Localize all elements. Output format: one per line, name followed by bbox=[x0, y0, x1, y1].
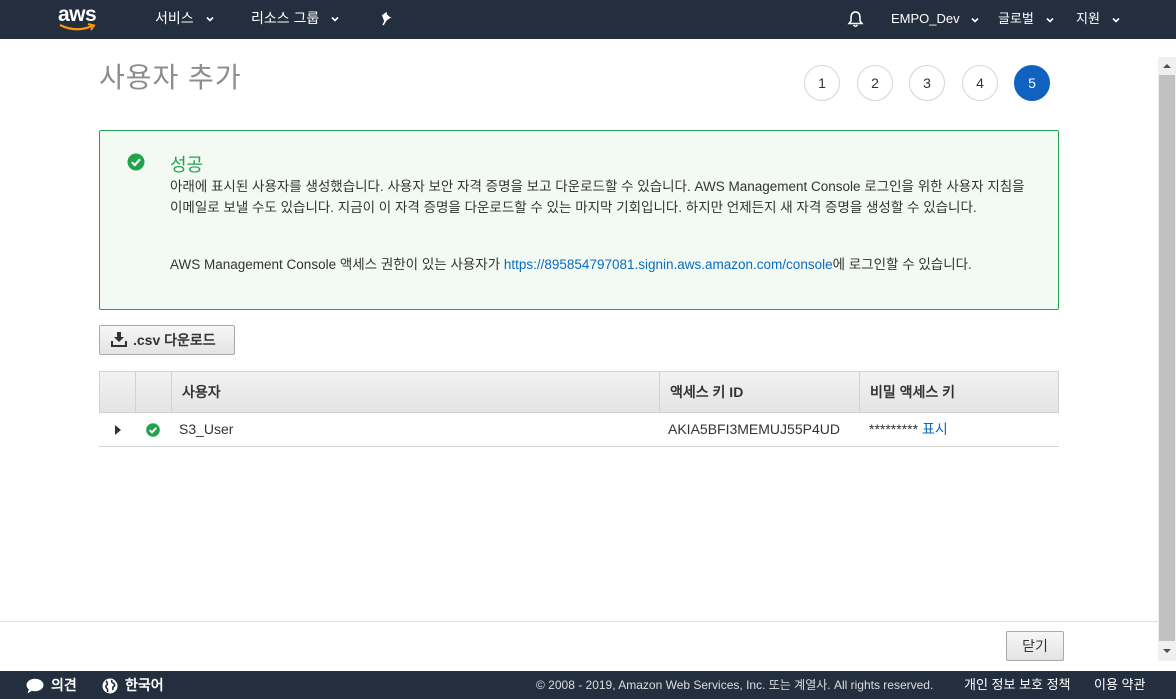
close-button[interactable]: 닫기 bbox=[1006, 631, 1064, 661]
bell-icon bbox=[847, 11, 864, 28]
notifications-button[interactable] bbox=[847, 0, 864, 39]
success-message: 아래에 표시된 사용자를 생성했습니다. 사용자 보안 자격 증명을 보고 다운… bbox=[170, 179, 1025, 215]
footer: 의견 한국어 © 2008 - 2019, Amazon Web Service… bbox=[0, 671, 1176, 699]
feedback-button[interactable]: 의견 bbox=[26, 671, 77, 699]
console-prefix: AWS Management Console 액세스 권한이 있는 사용자가 bbox=[170, 257, 504, 272]
action-bar bbox=[0, 621, 1158, 671]
support-label: 지원 bbox=[1076, 11, 1100, 26]
top-nav: aws 서비스 리소스 그룹 EMPO_Dev 글로벌 지원 bbox=[0, 0, 1176, 39]
show-secret-link[interactable]: 표시 bbox=[922, 421, 948, 437]
download-icon bbox=[111, 332, 127, 347]
region-label: 글로벌 bbox=[998, 11, 1034, 26]
privacy-policy-link[interactable]: 개인 정보 보호 정책 bbox=[964, 671, 1071, 699]
step-2[interactable]: 2 bbox=[857, 65, 893, 101]
support-menu[interactable]: 지원 bbox=[1076, 0, 1120, 39]
step-4[interactable]: 4 bbox=[962, 65, 998, 101]
csv-download-label: .csv 다운로드 bbox=[133, 332, 216, 348]
step-3[interactable]: 3 bbox=[909, 65, 945, 101]
check-circle-icon bbox=[127, 153, 145, 171]
cell-access-key-id: AKIA5BFI3MEMUJ55P4UD bbox=[668, 421, 840, 437]
step-1[interactable]: 1 bbox=[804, 65, 840, 101]
expand-row-icon[interactable] bbox=[115, 425, 121, 435]
success-alert: 성공 아래에 표시된 사용자를 생성했습니다. 사용자 보안 자격 증명을 보고… bbox=[99, 130, 1059, 310]
copyright-text: © 2008 - 2019, Amazon Web Services, Inc.… bbox=[536, 678, 934, 692]
table-row: S3_User AKIA5BFI3MEMUJ55P4UD ********* 표… bbox=[99, 413, 1059, 447]
services-menu[interactable]: 서비스 bbox=[155, 0, 214, 39]
services-label: 서비스 bbox=[155, 10, 194, 26]
account-menu[interactable]: EMPO_Dev bbox=[891, 0, 979, 39]
globe-icon bbox=[102, 678, 118, 694]
step-5-active[interactable]: 5 bbox=[1014, 65, 1050, 101]
resource-groups-label: 리소스 그룹 bbox=[251, 10, 320, 26]
pin-icon bbox=[381, 12, 392, 26]
table-header: 사용자 액세스 키 ID 비밀 액세스 키 bbox=[99, 371, 1059, 413]
console-signin-link[interactable]: https://895854797081.signin.aws.amazon.c… bbox=[504, 257, 833, 272]
scroll-down-icon[interactable] bbox=[1162, 646, 1172, 656]
account-label: EMPO_Dev bbox=[891, 11, 960, 26]
chevron-down-icon bbox=[205, 17, 214, 22]
chevron-down-icon bbox=[1045, 17, 1054, 23]
aws-smile-icon bbox=[59, 23, 96, 31]
success-title: 성공 bbox=[170, 155, 204, 175]
console-suffix: 에 로그인할 수 있습니다. bbox=[832, 257, 972, 272]
chevron-down-icon bbox=[971, 17, 979, 23]
terms-of-use-link[interactable]: 이용 약관 bbox=[1094, 671, 1145, 699]
language-label: 한국어 bbox=[125, 677, 164, 693]
header-expand-col bbox=[100, 372, 135, 412]
page-title: 사용자 추가 bbox=[99, 62, 242, 93]
header-secret-access-key[interactable]: 비밀 액세스 키 bbox=[859, 372, 1058, 412]
header-user[interactable]: 사용자 bbox=[171, 372, 659, 412]
language-selector[interactable]: 한국어 bbox=[102, 671, 164, 699]
check-circle-icon bbox=[146, 423, 160, 437]
feedback-label: 의견 bbox=[51, 677, 77, 693]
csv-download-button[interactable]: .csv 다운로드 bbox=[99, 325, 235, 355]
scroll-thumb[interactable] bbox=[1159, 75, 1175, 641]
console-access-text: AWS Management Console 액세스 권한이 있는 사용자가 h… bbox=[170, 254, 1050, 275]
pin-button[interactable] bbox=[380, 0, 394, 39]
chevron-down-icon bbox=[331, 17, 339, 22]
cell-user: S3_User bbox=[179, 421, 234, 437]
header-access-key-id[interactable]: 액세스 키 ID bbox=[659, 372, 859, 412]
region-menu[interactable]: 글로벌 bbox=[998, 0, 1054, 39]
scroll-up-icon[interactable] bbox=[1162, 61, 1172, 71]
resource-groups-menu[interactable]: 리소스 그룹 bbox=[251, 0, 339, 39]
vertical-scrollbar[interactable] bbox=[1158, 57, 1176, 661]
aws-logo[interactable]: aws bbox=[58, 4, 102, 34]
secret-mask: ********* bbox=[869, 421, 919, 437]
cell-secret-access-key: ********* 표시 bbox=[869, 413, 948, 446]
speech-bubble-icon bbox=[26, 679, 44, 694]
header-status-col bbox=[135, 372, 171, 412]
chevron-down-icon bbox=[1111, 17, 1120, 23]
